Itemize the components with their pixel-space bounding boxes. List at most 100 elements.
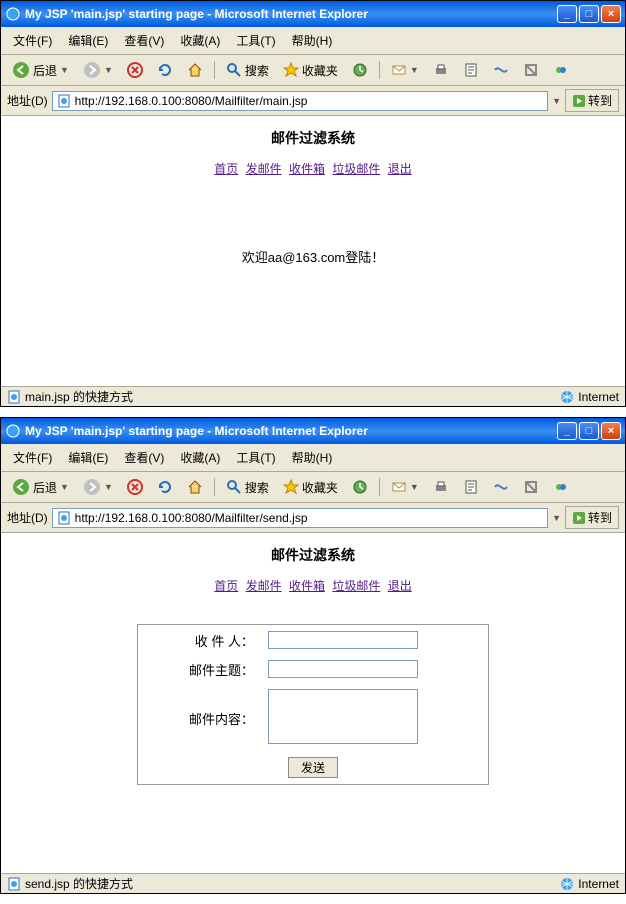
nav-inbox[interactable]: 收件箱 (289, 579, 325, 593)
address-dropdown-icon[interactable]: ▼ (552, 96, 561, 106)
ie-icon (5, 423, 21, 439)
extra-button-2[interactable] (518, 59, 544, 81)
close-button[interactable]: × (601, 422, 621, 440)
menu-file[interactable]: 文件(F) (7, 30, 58, 51)
statusbar: main.jsp 的快捷方式 Internet (1, 386, 625, 406)
favorites-button[interactable]: 收藏夹 (278, 59, 343, 82)
print-button[interactable] (428, 476, 454, 498)
address-input[interactable]: http://192.168.0.100:8080/Mailfilter/mai… (52, 91, 548, 111)
search-label: 搜索 (245, 62, 269, 79)
page-icon (7, 877, 21, 891)
toolbar: 后退 ▼ ▼ 搜索 收藏夹 ▼ (1, 472, 625, 503)
minimize-button[interactable]: _ (557, 5, 577, 23)
back-button[interactable]: 后退 ▼ (7, 58, 74, 82)
mail-button[interactable]: ▼ (386, 59, 424, 81)
nav-logout[interactable]: 退出 (388, 162, 412, 176)
menu-help[interactable]: 帮助(H) (286, 447, 339, 468)
menu-help[interactable]: 帮助(H) (286, 30, 339, 51)
nav-spam[interactable]: 垃圾邮件 (332, 162, 380, 176)
body-label: 邮件内容： (140, 685, 260, 751)
nav-links: 首页 发邮件 收件箱 垃圾邮件 退出 (1, 573, 625, 614)
menu-favorites[interactable]: 收藏(A) (174, 30, 226, 51)
subject-input[interactable] (268, 660, 418, 678)
menu-favorites[interactable]: 收藏(A) (174, 447, 226, 468)
send-form: 收 件 人： 邮件主题： 邮件内容： 发送 (137, 624, 489, 785)
menu-file[interactable]: 文件(F) (7, 447, 58, 468)
nav-logout[interactable]: 退出 (388, 579, 412, 593)
extra-button-2[interactable] (518, 476, 544, 498)
status-text-area: main.jsp 的快捷方式 (7, 388, 560, 405)
edit-button[interactable] (458, 476, 484, 498)
maximize-button[interactable]: □ (579, 422, 599, 440)
forward-button[interactable]: ▼ (78, 58, 118, 82)
nav-send[interactable]: 发邮件 (246, 162, 282, 176)
search-button[interactable]: 搜索 (221, 59, 274, 82)
refresh-button[interactable] (152, 476, 178, 498)
body-textarea[interactable] (268, 689, 418, 744)
recipient-row: 收 件 人： (140, 627, 486, 654)
nav-spam[interactable]: 垃圾邮件 (332, 579, 380, 593)
extra-button-3[interactable] (548, 476, 574, 498)
refresh-button[interactable] (152, 59, 178, 81)
extra-button-3[interactable] (548, 59, 574, 81)
menu-tools[interactable]: 工具(T) (230, 447, 281, 468)
back-button[interactable]: 后退 ▼ (7, 475, 74, 499)
history-button[interactable] (347, 476, 373, 498)
favorites-label: 收藏夹 (302, 479, 338, 496)
recipient-input[interactable] (268, 631, 418, 649)
menu-edit[interactable]: 编辑(E) (62, 447, 114, 468)
print-button[interactable] (428, 59, 454, 81)
url-text: http://192.168.0.100:8080/Mailfilter/mai… (75, 94, 308, 108)
stop-button[interactable] (122, 59, 148, 81)
favorites-button[interactable]: 收藏夹 (278, 476, 343, 499)
favorites-label: 收藏夹 (302, 62, 338, 79)
edit-button[interactable] (458, 59, 484, 81)
go-label: 转到 (588, 509, 612, 526)
body-row: 邮件内容： (140, 685, 486, 751)
menu-tools[interactable]: 工具(T) (230, 30, 281, 51)
extra-button-1[interactable] (488, 476, 514, 498)
home-button[interactable] (182, 59, 208, 81)
mail-button[interactable]: ▼ (386, 476, 424, 498)
status-text: main.jsp 的快捷方式 (25, 388, 133, 405)
chevron-down-icon: ▼ (104, 482, 113, 492)
menu-view[interactable]: 查看(V) (118, 30, 170, 51)
page-icon (7, 390, 21, 404)
back-label: 后退 (33, 479, 57, 496)
separator (379, 61, 380, 79)
nav-send[interactable]: 发邮件 (246, 579, 282, 593)
menu-edit[interactable]: 编辑(E) (62, 30, 114, 51)
statusbar: send.jsp 的快捷方式 Internet (1, 873, 625, 893)
welcome-text: 欢迎aa@163.com登陆！ (1, 197, 625, 316)
zone-text: Internet (578, 877, 619, 891)
nav-inbox[interactable]: 收件箱 (289, 162, 325, 176)
globe-icon (560, 390, 574, 404)
nav-home[interactable]: 首页 (214, 162, 238, 176)
nav-links: 首页 发邮件 收件箱 垃圾邮件 退出 (1, 156, 625, 197)
close-button[interactable]: × (601, 5, 621, 23)
url-text: http://192.168.0.100:8080/Mailfilter/sen… (75, 511, 308, 525)
go-button[interactable]: 转到 (565, 506, 619, 529)
history-button[interactable] (347, 59, 373, 81)
addressbar: 地址(D) http://192.168.0.100:8080/Mailfilt… (1, 503, 625, 533)
extra-button-1[interactable] (488, 59, 514, 81)
go-button[interactable]: 转到 (565, 89, 619, 112)
maximize-button[interactable]: □ (579, 5, 599, 23)
chevron-down-icon: ▼ (410, 65, 419, 75)
address-dropdown-icon[interactable]: ▼ (552, 513, 561, 523)
search-button[interactable]: 搜索 (221, 476, 274, 499)
zone-text: Internet (578, 390, 619, 404)
send-button[interactable]: 发送 (288, 757, 338, 778)
nav-home[interactable]: 首页 (214, 579, 238, 593)
home-button[interactable] (182, 476, 208, 498)
status-text: send.jsp 的快捷方式 (25, 875, 133, 892)
address-input[interactable]: http://192.168.0.100:8080/Mailfilter/sen… (52, 508, 548, 528)
toolbar: 后退 ▼ ▼ 搜索 收藏夹 ▼ (1, 55, 625, 86)
minimize-button[interactable]: _ (557, 422, 577, 440)
window-buttons: _ □ × (557, 5, 621, 23)
forward-button[interactable]: ▼ (78, 475, 118, 499)
page-title: 邮件过滤系统 (1, 533, 625, 573)
stop-button[interactable] (122, 476, 148, 498)
window-title: My JSP 'main.jsp' starting page - Micros… (25, 424, 557, 438)
menu-view[interactable]: 查看(V) (118, 447, 170, 468)
